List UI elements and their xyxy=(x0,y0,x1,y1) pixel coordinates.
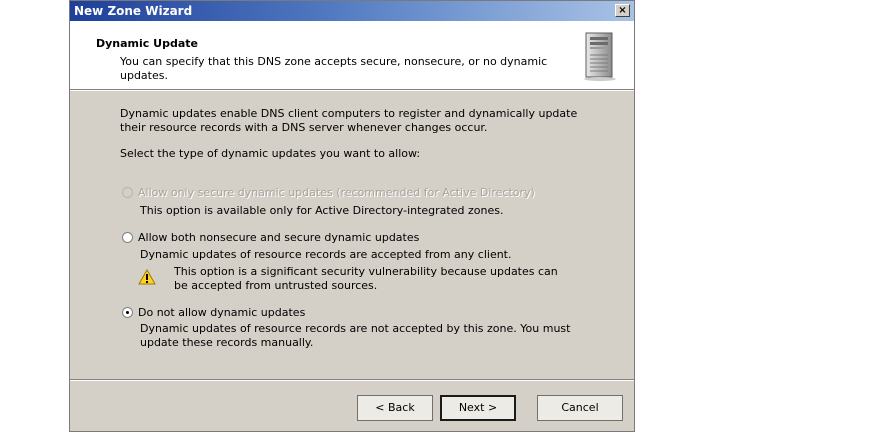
warning-icon xyxy=(138,269,156,285)
next-button[interactable]: Next > xyxy=(440,395,516,421)
back-button[interactable]: < Back xyxy=(357,395,433,421)
page-title: Dynamic Update xyxy=(96,37,198,50)
option-secure-only-label[interactable]: Allow only secure dynamic updates (recom… xyxy=(138,186,535,199)
wizard-header: Dynamic Update You can specify that this… xyxy=(70,21,634,89)
wizard-window: New Zone Wizard × Dynamic Update You can… xyxy=(69,0,635,432)
radio-secure-only[interactable] xyxy=(122,187,133,198)
title-bar[interactable]: New Zone Wizard × xyxy=(70,1,634,21)
warning-text: This option is a significant security vu… xyxy=(174,265,558,292)
option-no-dynamic-updates-description: Dynamic updates of resource records are … xyxy=(140,322,571,349)
intro-text: Dynamic updates enable DNS client comput… xyxy=(120,107,578,134)
prompt-text: Select the type of dynamic updates you w… xyxy=(120,147,421,160)
option-nonsecure-and-secure-label[interactable]: Allow both nonsecure and secure dynamic … xyxy=(138,231,419,244)
option-secure-only-description: This option is available only for Active… xyxy=(140,204,504,217)
option-no-dynamic-updates-label[interactable]: Do not allow dynamic updates xyxy=(138,306,305,319)
page-description: You can specify that this DNS zone accep… xyxy=(120,55,548,82)
radio-nonsecure-and-secure[interactable] xyxy=(122,232,133,243)
option-nonsecure-and-secure-description: Dynamic updates of resource records are … xyxy=(140,248,512,261)
header-separator xyxy=(70,89,634,91)
close-button[interactable]: × xyxy=(615,4,630,17)
window-title: New Zone Wizard xyxy=(74,4,193,18)
footer-separator xyxy=(70,379,634,381)
radio-no-dynamic-updates[interactable] xyxy=(122,307,133,318)
cancel-button[interactable]: Cancel xyxy=(537,395,623,421)
server-icon xyxy=(584,32,616,81)
